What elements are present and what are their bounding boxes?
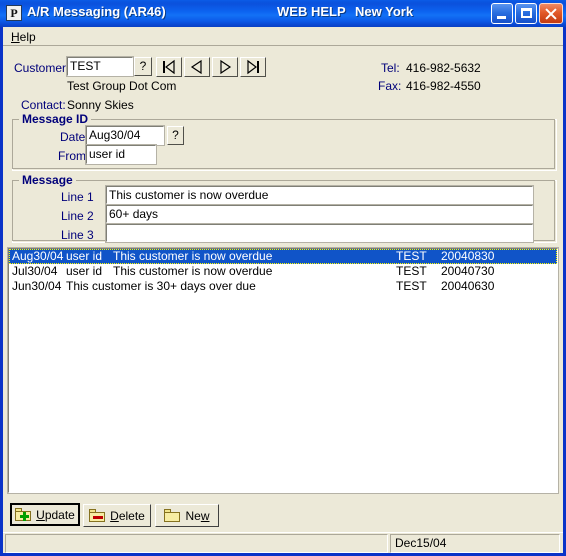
tel-label: Tel:	[381, 61, 400, 75]
row-user: user id	[66, 264, 103, 278]
minimize-button[interactable]	[491, 3, 513, 24]
row-message: This customer is now overdue	[113, 249, 273, 263]
message-id-group-title: Message ID	[19, 112, 92, 126]
first-record-icon	[163, 59, 175, 75]
next-record-icon	[220, 59, 232, 75]
app-icon: P	[6, 5, 22, 21]
line1-label: Line 1	[61, 190, 94, 204]
title-bar: P A/R Messaging (AR46) WEB HELP New York	[0, 0, 566, 27]
customer-name: Test Group Dot Com	[67, 79, 177, 93]
row-key: 20040730	[441, 264, 495, 278]
maximize-button[interactable]	[515, 3, 537, 24]
row-customer: TEST	[396, 249, 427, 263]
contact-value: Sonny Skies	[67, 98, 134, 112]
application-window: P A/R Messaging (AR46) WEB HELP New York…	[0, 0, 566, 556]
row-date: Aug30/04	[12, 249, 64, 263]
new-button-label: New	[185, 508, 210, 523]
menu-bar: Help	[3, 27, 563, 46]
fax-label: Fax:	[378, 79, 402, 93]
folder-add-icon	[15, 508, 32, 521]
status-bar: Dec15/04	[3, 532, 563, 553]
window-title: A/R Messaging (AR46)	[27, 4, 166, 19]
table-row[interactable]: Jul30/04 user id This customer is now ov…	[9, 264, 557, 279]
tel-value: 416-982-5632	[406, 61, 481, 75]
contact-label: Contact:	[21, 98, 66, 112]
close-button[interactable]	[539, 3, 563, 24]
window-controls	[491, 3, 563, 24]
new-button[interactable]: New	[155, 504, 219, 527]
delete-button[interactable]: Delete	[83, 504, 151, 527]
message-history-list[interactable]: Aug30/04 user id This customer is now ov…	[7, 247, 559, 494]
region-label: New York	[355, 4, 414, 19]
row-user: user id	[66, 249, 103, 263]
menu-item-help-rest: elp	[19, 30, 36, 44]
web-help-link[interactable]: WEB HELP	[277, 4, 346, 19]
line3-label: Line 3	[61, 228, 94, 242]
table-row[interactable]: Aug30/04 user id This customer is now ov…	[9, 249, 557, 264]
row-key: 20040630	[441, 279, 495, 293]
form-client-area: Customer TEST ? Tel: 416-982-5632 Fax: 4…	[3, 46, 563, 532]
update-button[interactable]: Update	[10, 503, 80, 526]
menu-item-help[interactable]: Help	[8, 29, 39, 45]
previous-record-icon	[190, 59, 202, 75]
row-message: This customer is 30+ days over due	[66, 279, 256, 293]
row-date: Jul30/04	[12, 264, 58, 278]
from-label: From	[58, 149, 86, 163]
nav-last-button[interactable]	[240, 57, 266, 77]
row-key: 20040830	[441, 249, 495, 263]
line3-input[interactable]	[105, 223, 534, 243]
customer-input[interactable]: TEST	[66, 56, 134, 77]
customer-label: Customer	[14, 61, 67, 75]
fax-value: 416-982-4550	[406, 79, 481, 93]
line2-input[interactable]: 60+ days	[105, 204, 534, 224]
from-input[interactable]: user id	[85, 144, 157, 165]
date-input[interactable]: Aug30/04	[85, 125, 165, 146]
folder-icon	[164, 509, 181, 522]
line1-input[interactable]: This customer is now overdue	[105, 185, 534, 205]
row-message: This customer is now overdue	[113, 264, 273, 278]
folder-remove-icon	[89, 509, 106, 522]
date-label: Date	[60, 130, 86, 144]
last-record-icon	[247, 59, 259, 75]
table-row[interactable]: Jun30/04 This customer is 30+ days over …	[9, 279, 557, 294]
nav-previous-button[interactable]	[184, 57, 210, 77]
status-date: Dec15/04	[390, 534, 560, 553]
date-lookup-button[interactable]: ?	[167, 126, 184, 145]
update-button-label: Update	[36, 507, 75, 522]
delete-button-label: Delete	[110, 508, 145, 523]
row-customer: TEST	[396, 264, 427, 278]
nav-first-button[interactable]	[156, 57, 182, 77]
row-customer: TEST	[396, 279, 427, 293]
customer-lookup-button[interactable]: ?	[134, 57, 152, 76]
status-message	[5, 534, 388, 553]
line2-label: Line 2	[61, 209, 94, 223]
row-date: Jun30/04	[12, 279, 62, 293]
message-group-title: Message	[19, 173, 76, 187]
nav-next-button[interactable]	[212, 57, 238, 77]
